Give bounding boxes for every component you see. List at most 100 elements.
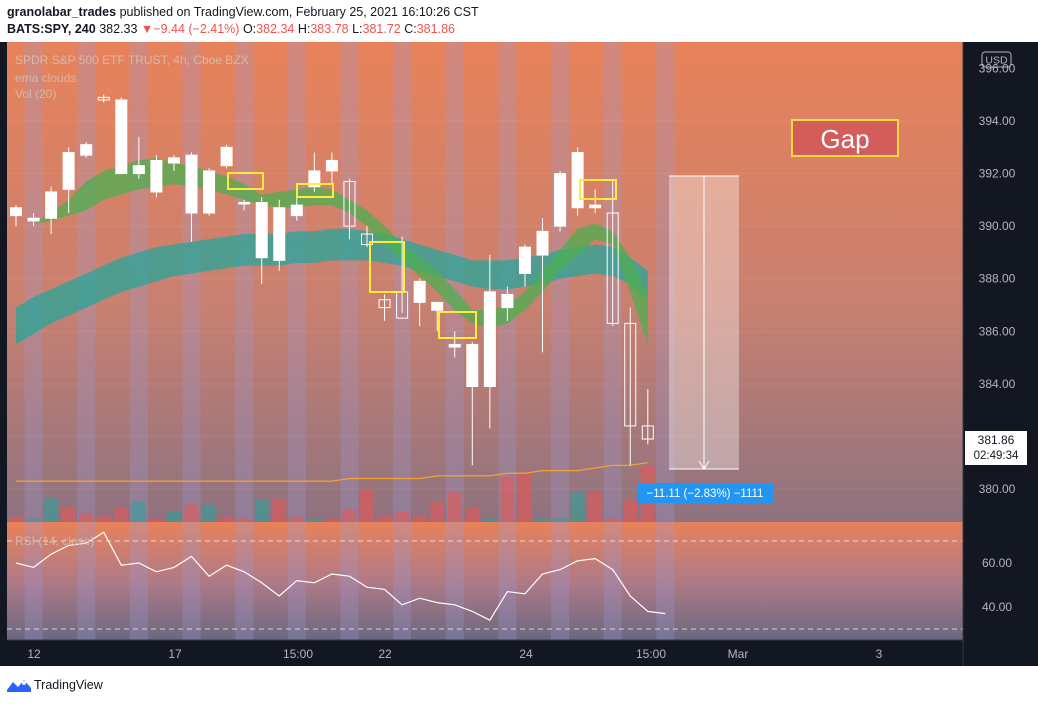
down-arrow-icon: ▼ bbox=[140, 22, 154, 36]
legend-title[interactable]: SPDR S&P 500 ETF TRUST, 4h, Cboe BZX bbox=[15, 53, 249, 67]
candle[interactable] bbox=[571, 147, 584, 216]
volume-bar bbox=[166, 511, 181, 522]
legend-ema-clouds[interactable]: ema clouds bbox=[15, 71, 76, 85]
volume-bar bbox=[289, 516, 304, 522]
volume-bar bbox=[623, 499, 638, 522]
candle-body bbox=[115, 99, 128, 175]
volume-bar bbox=[482, 518, 497, 522]
session-band bbox=[498, 42, 517, 640]
high-label: H: bbox=[297, 22, 311, 36]
last-price-value: 381.86 bbox=[978, 433, 1015, 447]
price-change: −9.44 (−2.41%) bbox=[153, 22, 240, 36]
candle[interactable] bbox=[150, 155, 163, 198]
legend-volume[interactable]: Vol (20) bbox=[15, 87, 56, 101]
candle-body bbox=[273, 207, 286, 261]
volume-bar bbox=[254, 499, 269, 522]
candle-body bbox=[238, 201, 251, 205]
volume-bar bbox=[447, 492, 462, 522]
brand-name[interactable]: TradingView bbox=[34, 678, 103, 692]
time-tick-label: 22 bbox=[378, 647, 392, 661]
candle-body bbox=[132, 165, 145, 175]
candle-body bbox=[501, 293, 514, 309]
legend-rsi[interactable]: RSI (14, close) bbox=[15, 534, 94, 548]
candle-body bbox=[255, 201, 268, 259]
volume-bar bbox=[588, 492, 603, 522]
ohlc-line: BATS:SPY, 240 382.33 ▼−9.44 (−2.41%) O:3… bbox=[7, 22, 455, 36]
candle[interactable] bbox=[554, 170, 567, 232]
time-tick-label: 17 bbox=[168, 647, 182, 661]
candle-body bbox=[62, 152, 75, 190]
candle[interactable] bbox=[115, 97, 128, 175]
candle-body bbox=[97, 96, 110, 101]
volume-bar bbox=[430, 501, 445, 522]
volume-bar bbox=[272, 499, 287, 522]
last-price: 382.33 bbox=[99, 22, 138, 36]
candle-body bbox=[466, 343, 479, 387]
volume-bar bbox=[131, 501, 146, 522]
candle[interactable] bbox=[273, 199, 286, 271]
session-band bbox=[182, 42, 201, 640]
open-value: 382.34 bbox=[256, 22, 295, 36]
volume-bar bbox=[96, 515, 111, 522]
time-tick-label: 15:00 bbox=[283, 647, 313, 661]
price-tick-label: 384.00 bbox=[979, 377, 1016, 391]
candle-body bbox=[641, 425, 654, 440]
candle-body bbox=[203, 170, 216, 214]
time-tick-label: 15:00 bbox=[636, 647, 666, 661]
gap-label: Gap bbox=[820, 124, 869, 154]
time-tick-label: 3 bbox=[876, 647, 883, 661]
candle-body bbox=[27, 217, 40, 222]
candle-body bbox=[325, 159, 338, 172]
footer: TradingView bbox=[0, 666, 1038, 704]
volume-bar bbox=[202, 504, 217, 522]
rsi-tick-label: 60.00 bbox=[982, 556, 1012, 570]
session-band bbox=[129, 42, 148, 640]
volume-bar bbox=[79, 513, 94, 522]
candle[interactable] bbox=[203, 168, 216, 216]
session-band bbox=[603, 42, 622, 640]
close-label: C: bbox=[404, 22, 417, 36]
candle-body bbox=[80, 144, 93, 156]
volume-bar bbox=[184, 504, 199, 522]
volume-bar bbox=[570, 492, 585, 522]
candle-body bbox=[396, 291, 409, 319]
session-band bbox=[24, 42, 43, 640]
price-tick-label: 380.00 bbox=[979, 482, 1016, 496]
volume-bar bbox=[237, 518, 252, 522]
price-axis[interactable] bbox=[963, 42, 1031, 666]
price-tick-label: 390.00 bbox=[979, 219, 1016, 233]
volume-bar bbox=[517, 473, 532, 522]
candle-body bbox=[167, 157, 180, 164]
publish-info: published on TradingView.com, February 2… bbox=[119, 5, 479, 19]
volume-bar bbox=[219, 516, 234, 522]
candle-body bbox=[624, 322, 637, 427]
time-tick-label: 12 bbox=[27, 647, 41, 661]
volume-bar bbox=[324, 518, 339, 522]
tradingview-logo-icon[interactable] bbox=[7, 678, 31, 692]
rsi-pane bbox=[7, 522, 963, 640]
volume-bar bbox=[412, 515, 427, 522]
price-chart[interactable]: Gap −11.11 (−2.83%) −1111 394.00 392.00 390… bbox=[0, 42, 1038, 666]
price-tick-label: 388.00 bbox=[979, 272, 1016, 286]
candle[interactable] bbox=[220, 144, 233, 169]
candle[interactable] bbox=[80, 142, 93, 158]
price-tick-label: 394.00 bbox=[979, 114, 1016, 128]
volume-bar bbox=[500, 476, 515, 522]
session-band bbox=[340, 42, 359, 640]
open-label: O: bbox=[242, 22, 257, 36]
volume-bar bbox=[377, 515, 392, 522]
volume-bar bbox=[149, 518, 164, 522]
currency-label: USD bbox=[985, 55, 1008, 67]
candle-body bbox=[343, 180, 356, 227]
volume-bar bbox=[114, 508, 129, 522]
candle-body bbox=[536, 230, 549, 256]
price-tick-label: 392.00 bbox=[979, 167, 1016, 181]
candle-body bbox=[220, 146, 233, 167]
author-name[interactable]: granolabar_trades bbox=[7, 5, 116, 19]
candle-body bbox=[431, 301, 444, 311]
volume-bar bbox=[605, 518, 620, 522]
candle-body bbox=[554, 173, 567, 227]
candle-body bbox=[483, 291, 496, 387]
candle-body bbox=[45, 191, 58, 219]
session-band bbox=[287, 42, 306, 640]
